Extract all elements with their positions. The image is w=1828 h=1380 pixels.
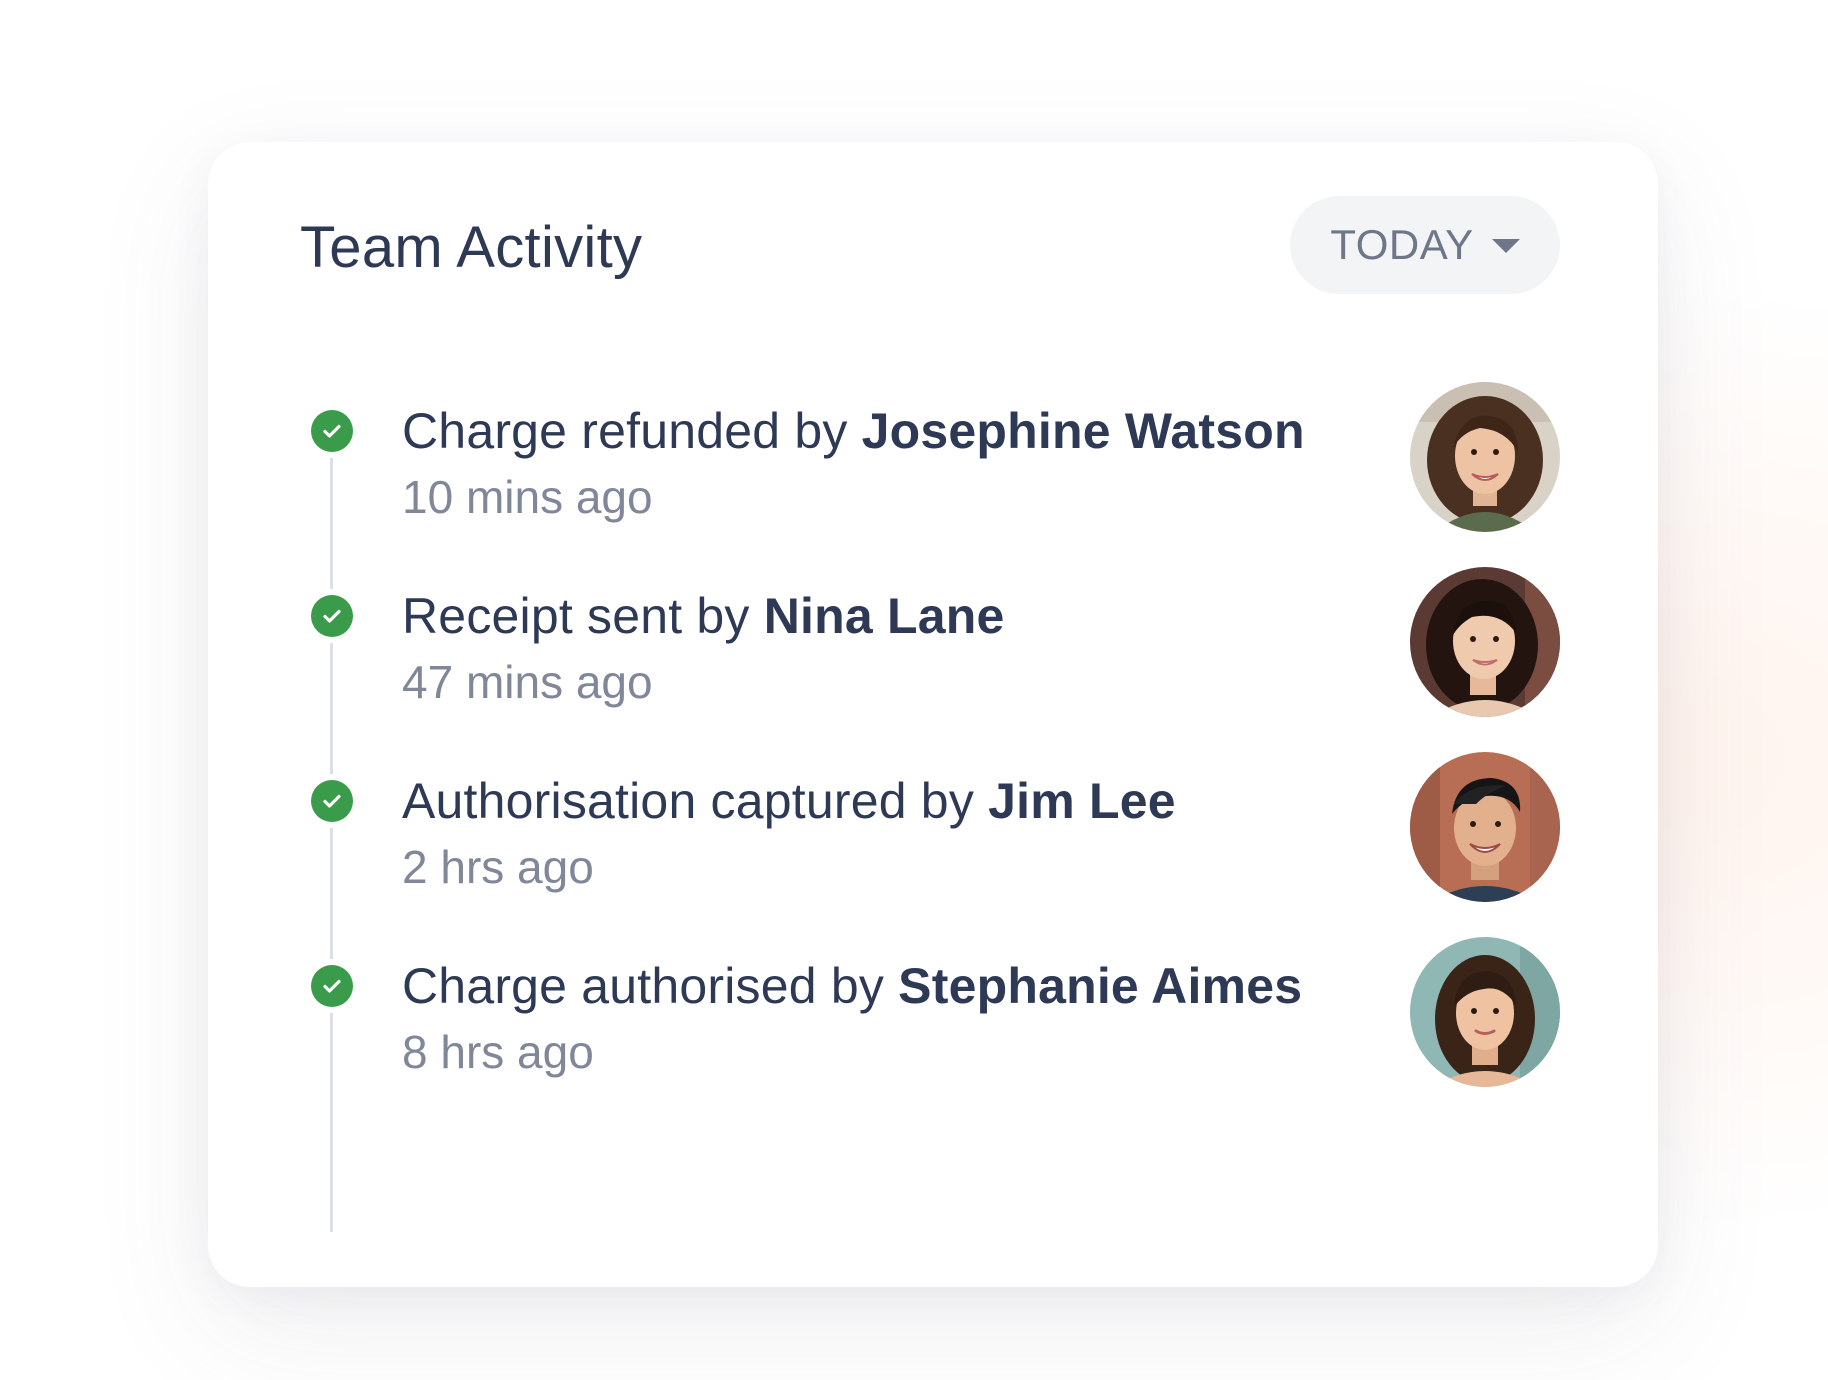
card-title: Team Activity xyxy=(300,215,643,280)
avatar xyxy=(1410,937,1560,1087)
activity-action: Charge refunded by xyxy=(402,403,848,459)
activity-time: 2 hrs ago xyxy=(402,841,594,893)
activity-item: Authorisation captured by Jim Lee 2 hrs … xyxy=(208,752,1658,952)
activity-item: Charge refunded by Josephine Watson 10 m… xyxy=(208,382,1658,582)
activity-description: Receipt sent by Nina Lane xyxy=(402,587,1004,645)
activity-user-name: Nina Lane xyxy=(763,588,1005,644)
avatar xyxy=(1410,752,1560,902)
activity-item: Receipt sent by Nina Lane 47 mins ago xyxy=(208,567,1658,767)
activity-time: 10 mins ago xyxy=(402,471,653,523)
check-circle-icon xyxy=(311,410,353,452)
date-range-dropdown[interactable]: TODAY xyxy=(1290,196,1560,294)
activity-action: Charge authorised by xyxy=(402,958,885,1014)
activity-description: Charge authorised by Stephanie Aimes xyxy=(402,957,1302,1015)
activity-action: Authorisation captured by xyxy=(402,773,975,829)
activity-description: Charge refunded by Josephine Watson xyxy=(402,402,1305,460)
chevron-down-icon xyxy=(1491,239,1520,253)
activity-action: Receipt sent by xyxy=(402,588,750,644)
check-circle-icon xyxy=(311,595,353,637)
activity-description: Authorisation captured by Jim Lee xyxy=(402,772,1176,830)
check-circle-icon xyxy=(311,780,353,822)
activity-time: 8 hrs ago xyxy=(402,1026,594,1078)
activity-item: Charge authorised by Stephanie Aimes 8 h… xyxy=(208,937,1658,1137)
avatar xyxy=(1410,382,1560,532)
avatar xyxy=(1410,567,1560,717)
activity-user-name: Jim Lee xyxy=(988,773,1176,829)
check-circle-icon xyxy=(311,965,353,1007)
page-background: Team Activity TODAY Charge refunded by J… xyxy=(0,0,1828,1380)
team-activity-card: Team Activity TODAY Charge refunded by J… xyxy=(208,142,1658,1287)
activity-user-name: Stephanie Aimes xyxy=(898,958,1303,1014)
activity-user-name: Josephine Watson xyxy=(861,403,1305,459)
date-range-label: TODAY xyxy=(1330,221,1474,268)
activity-time: 47 mins ago xyxy=(402,656,653,708)
